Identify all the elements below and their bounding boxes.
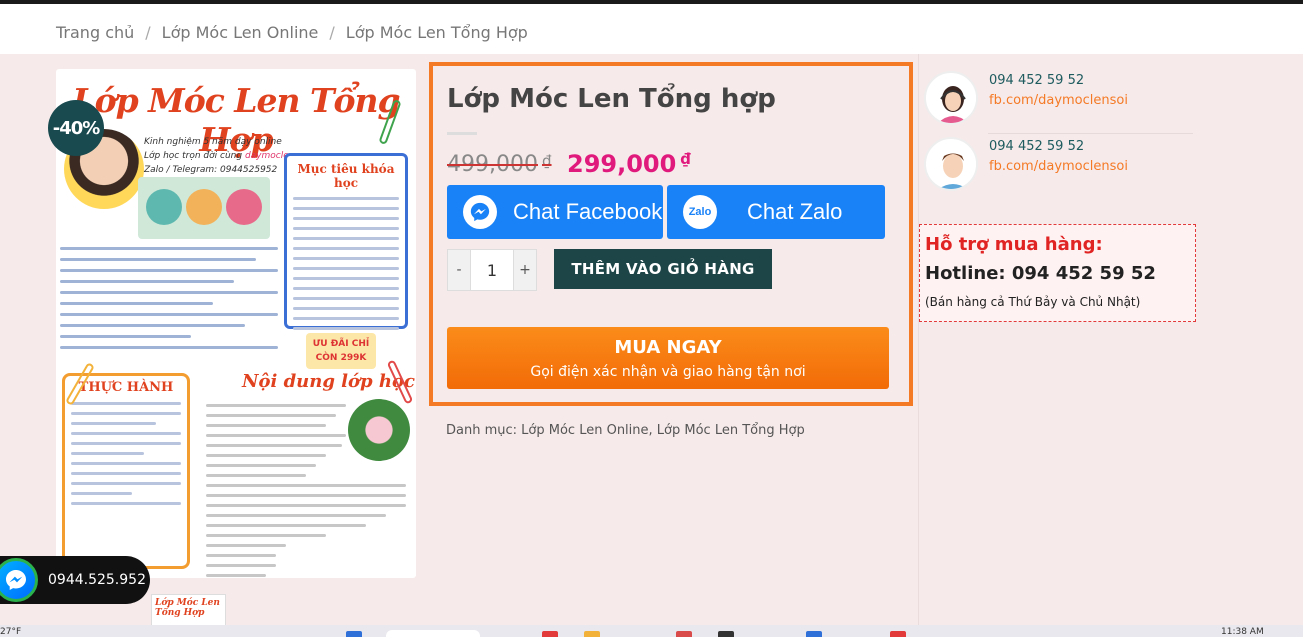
thumbnail-title: Lớp Móc Len Tổng Hợp xyxy=(155,598,220,618)
purchase-support-box: Hỗ trợ mua hàng: Hotline: 094 452 59 52 … xyxy=(919,224,1196,322)
breadcrumb-separator: / xyxy=(145,23,151,42)
deal-price: CÒN 299K xyxy=(315,353,367,363)
app-icon[interactable] xyxy=(718,631,734,637)
category-label: Danh mục: xyxy=(446,423,518,438)
breadcrumb-current: Lớp Móc Len Tổng Hợp xyxy=(345,23,528,42)
floating-contact-phone[interactable]: 0944.525.952 xyxy=(48,572,146,588)
os-taskbar: 27°F 11:38 AM xyxy=(0,625,1303,637)
quantity-increase-button[interactable]: + xyxy=(514,250,536,290)
add-to-cart-button[interactable]: THÊM VÀO GIỎ HÀNG xyxy=(554,249,772,289)
product-categories: Danh mục: Lớp Móc Len Online, Lớp Móc Le… xyxy=(446,423,805,438)
chat-zalo-label: Chat Zalo xyxy=(747,199,843,224)
buy-now-title: MUA NGAY xyxy=(614,337,722,358)
chat-zalo-button[interactable]: Zalo Chat Zalo xyxy=(667,185,885,239)
chat-facebook-label: Chat Facebook xyxy=(513,199,663,224)
contact-card: 094 452 59 52 fb.com/daymoclensoi xyxy=(924,137,1194,193)
quantity-stepper[interactable]: - 1 + xyxy=(447,249,537,291)
contact-phone[interactable]: 094 452 59 52 xyxy=(989,73,1084,88)
contact-card: 094 452 59 52 fb.com/daymoclensoi xyxy=(924,71,1194,127)
goal-panel-title: Mục tiêu khóa học xyxy=(297,162,395,190)
poster-lifetime: Lớp học trọn đời cùng daymoclen xyxy=(144,149,294,163)
support-title: Hỗ trợ mua hàng: xyxy=(925,234,1103,255)
buy-now-button[interactable]: MUA NGAY Gọi điện xác nhận và giao hàng … xyxy=(447,327,889,389)
contact-facebook[interactable]: fb.com/daymoclensoi xyxy=(989,93,1128,108)
start-icon[interactable] xyxy=(346,631,362,637)
poster-goal-panel: Mục tiêu khóa học xyxy=(284,153,408,330)
sale-badge: -40% xyxy=(48,100,104,156)
support-note: (Bán hàng cả Thứ Bảy và Chủ Nhật) xyxy=(925,295,1141,309)
currency-symbol: ₫ xyxy=(680,150,691,168)
app-icon[interactable] xyxy=(676,631,692,637)
app-icon[interactable] xyxy=(806,631,822,637)
browser-icon[interactable] xyxy=(542,631,558,637)
contact-separator xyxy=(988,133,1193,134)
poster-content-title: Nội dung lớp học xyxy=(242,371,415,392)
practice-lines xyxy=(65,402,187,505)
sale-price-value: 299,000 xyxy=(567,150,677,178)
weather-readout: 27°F xyxy=(0,627,22,637)
deal-line: ƯU ĐÃI CHỈ xyxy=(312,339,370,349)
breadcrumb-category[interactable]: Lớp Móc Len Online xyxy=(162,23,319,42)
zalo-icon: Zalo xyxy=(683,195,717,229)
clock: 11:38 AM xyxy=(1221,627,1264,637)
taskbar-search[interactable] xyxy=(386,630,480,637)
messenger-icon xyxy=(463,195,497,229)
contact-phone[interactable]: 094 452 59 52 xyxy=(989,139,1084,154)
category-link[interactable]: Lớp Móc Len Online xyxy=(521,423,648,438)
quantity-input[interactable]: 1 xyxy=(470,250,514,290)
quantity-decrease-button[interactable]: - xyxy=(448,250,470,290)
product-summary: Lớp Móc Len Tổng hợp 499,000 ₫ 299,000 ₫ C… xyxy=(429,62,913,406)
breadcrumb: Trang chủ / Lớp Móc Len Online / Lớp Móc Len… xyxy=(0,4,1303,54)
poster-practice-panel: THỰC HÀNH xyxy=(62,373,190,569)
messenger-glyph xyxy=(6,570,26,590)
folder-icon[interactable] xyxy=(584,631,600,637)
yarn-ball xyxy=(226,189,262,225)
poster-yarn-photo xyxy=(138,177,270,239)
poster-lifetime-text: Lớp học trọn đời cùng xyxy=(144,151,245,161)
poster-intro-lines xyxy=(60,239,278,349)
yarn-ball xyxy=(186,189,222,225)
poster-subtitle: Kinh nghiệm 5 năm dạy online Lớp học trọ… xyxy=(144,135,294,177)
yarn-ball xyxy=(146,189,182,225)
poster-deal: ƯU ĐÃI CHỈ CÒN 299K xyxy=(306,333,376,369)
support-female-avatar xyxy=(924,71,978,125)
poster-flower-photo xyxy=(348,399,410,461)
buy-now-subtitle: Gọi điện xác nhận và giao hàng tận nơi xyxy=(530,364,806,380)
breadcrumb-separator: / xyxy=(329,23,335,42)
chat-facebook-button[interactable]: Chat Facebook xyxy=(447,185,663,239)
sale-price: 299,000 ₫ xyxy=(567,150,691,178)
old-price-value: 499,000 xyxy=(447,152,538,177)
poster-zalo: Zalo / Telegram: 0944525952 xyxy=(144,165,278,175)
goal-panel-lines xyxy=(287,197,405,330)
category-link[interactable]: Lớp Móc Len Tổng Hợp xyxy=(657,423,805,438)
currency-symbol: ₫ xyxy=(541,152,552,170)
support-male-avatar xyxy=(924,137,978,191)
contact-facebook[interactable]: fb.com/daymoclensoi xyxy=(989,159,1128,174)
support-hotline[interactable]: Hotline: 094 452 59 52 xyxy=(925,263,1156,284)
product-image[interactable]: Lớp Móc Len Tổng Hợp Kinh nghiệm 5 năm d… xyxy=(56,69,416,578)
app-icon[interactable] xyxy=(890,631,906,637)
product-title: Lớp Móc Len Tổng hợp xyxy=(447,84,776,114)
title-divider xyxy=(447,132,477,135)
breadcrumb-home[interactable]: Trang chủ xyxy=(56,23,134,42)
old-price: 499,000 ₫ xyxy=(447,152,552,177)
poster-experience: Kinh nghiệm 5 năm dạy online xyxy=(144,137,282,147)
sidebar-divider xyxy=(918,54,919,637)
